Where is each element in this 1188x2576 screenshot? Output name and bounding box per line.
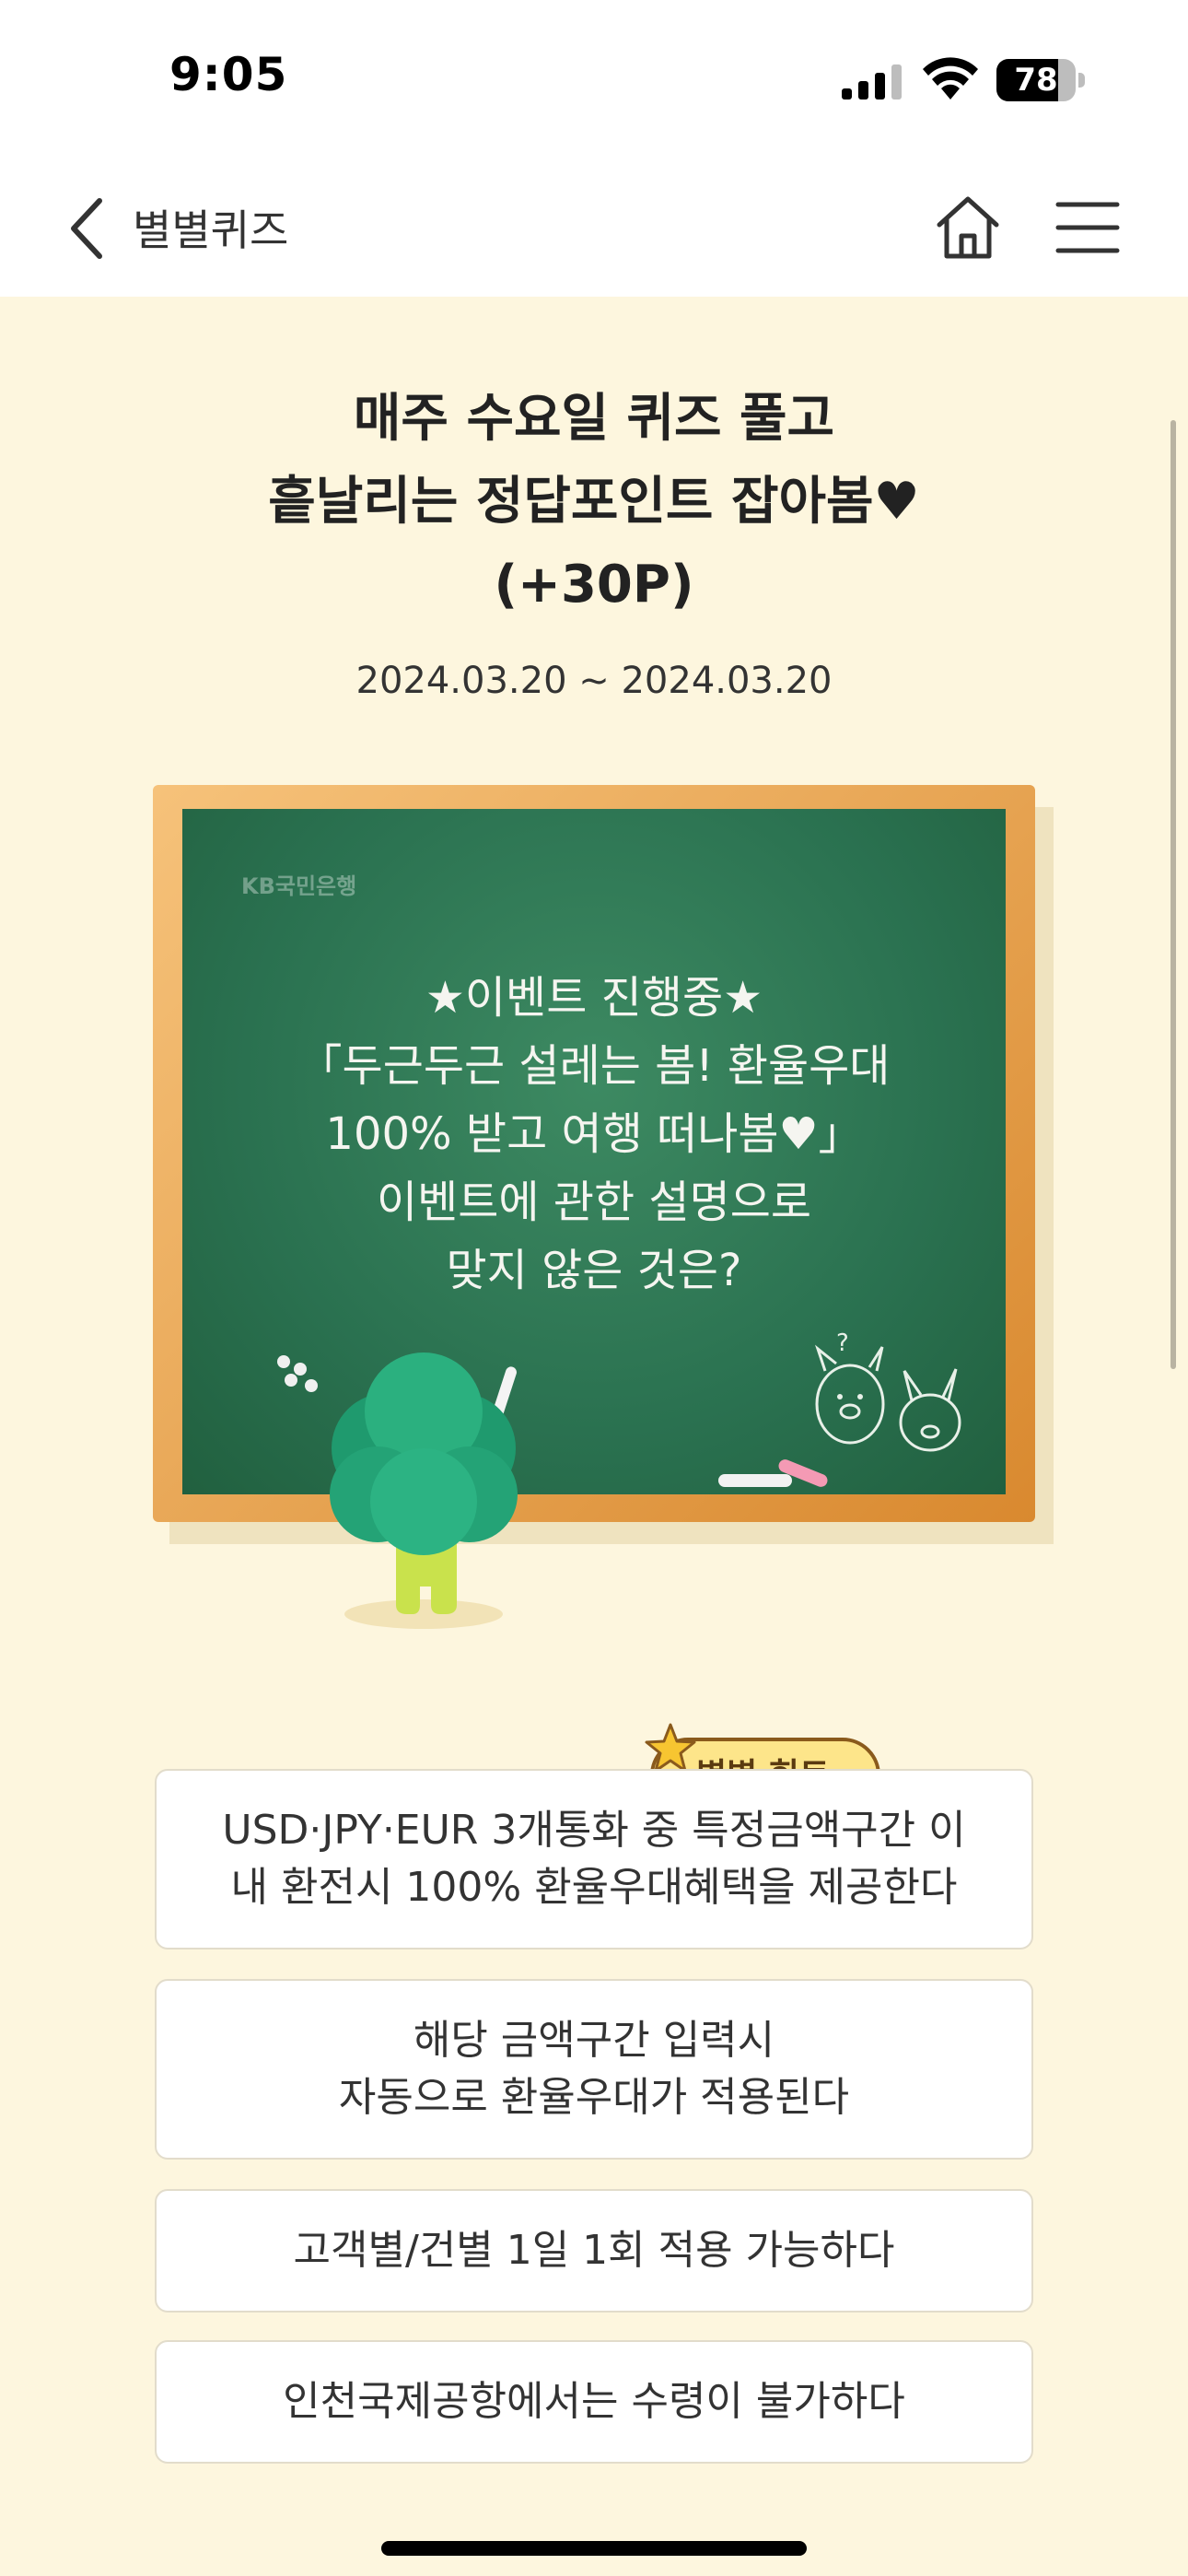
star-icon bbox=[645, 1723, 696, 1773]
broccoli-character-icon bbox=[330, 1352, 518, 1629]
event-date: 2024.03.20 ~ 2024.03.20 bbox=[355, 660, 833, 702]
home-icon[interactable] bbox=[932, 193, 1004, 262]
answer-option-1[interactable]: USD·JPY·EUR 3개통화 중 특정금액구간 이 내 환전시 100% 환… bbox=[155, 1769, 1033, 1950]
event-title: 매주 수요일 퀴즈 풀고 흩날리는 정답포인트 잡아봄♥ (+30P) bbox=[92, 378, 1096, 626]
question-line: 이벤트에 관한 설명으로 bbox=[376, 1177, 812, 1228]
home-indicator[interactable] bbox=[381, 2541, 807, 2556]
question-line: 「두근두근 설레는 봄! 환율우대 bbox=[297, 1040, 891, 1092]
bank-logo: KB국민은행 bbox=[241, 873, 357, 899]
chalkboard-frame: KB국민은행 ★이벤트 진행중★ 「두근두근 설레는 봄! 환율우대 100% … bbox=[153, 785, 1035, 1522]
hamburger-menu-icon[interactable] bbox=[1055, 199, 1120, 256]
question-line: 맞지 않은 것은? bbox=[446, 1245, 742, 1296]
quiz-question: ★이벤트 진행중★ 「두근두근 설레는 봄! 환율우대 100% 받고 여행 떠… bbox=[182, 964, 1006, 1305]
quiz-content[interactable]: 매주 수요일 퀴즈 풀고 흩날리는 정답포인트 잡아봄♥ (+30P) 2024… bbox=[0, 297, 1188, 2576]
option-text: 해당 금액구간 입력시 bbox=[413, 2017, 775, 2064]
option-text: 고객별/건별 1일 1회 적용 가능하다 bbox=[293, 2227, 895, 2274]
scrollbar[interactable] bbox=[1171, 420, 1176, 1369]
chevron-left-icon[interactable] bbox=[61, 193, 116, 263]
answer-option-2[interactable]: 해당 금액구간 입력시 자동으로 환율우대가 적용된다 bbox=[155, 1979, 1033, 2160]
page-title: 별별퀴즈 bbox=[133, 205, 289, 255]
question-line: 100% 받고 여행 떠나봄♥」 bbox=[325, 1108, 863, 1160]
status-time: 9:05 bbox=[169, 48, 288, 101]
cellular-signal-icon bbox=[842, 64, 902, 100]
answer-option-4[interactable]: 인천국제공항에서는 수령이 불가하다 bbox=[155, 2340, 1033, 2464]
status-bar: 9:05 78 bbox=[0, 0, 1188, 157]
event-title-line: (+30P) bbox=[494, 555, 694, 615]
doodle-animals-icon: ? bbox=[814, 1330, 961, 1452]
svg-text:?: ? bbox=[836, 1330, 849, 1357]
option-text: USD·JPY·EUR 3개통화 중 특정금액구간 이 bbox=[222, 1807, 966, 1854]
battery-icon: 78 bbox=[996, 59, 1085, 101]
option-text: 자동으로 환율우대가 적용된다 bbox=[338, 2074, 850, 2121]
battery-level: 78 bbox=[1014, 62, 1058, 99]
wifi-icon bbox=[923, 57, 978, 100]
event-title-line: 흩날리는 정답포인트 잡아봄♥ bbox=[268, 472, 920, 532]
option-text: 내 환전시 100% 환율우대혜택을 제공한다 bbox=[230, 1864, 958, 1911]
question-line: ★이벤트 진행중★ bbox=[425, 972, 763, 1024]
event-title-line: 매주 수요일 퀴즈 풀고 bbox=[353, 389, 835, 449]
chalk-icon bbox=[718, 1459, 828, 1487]
option-text: 인천국제공항에서는 수령이 불가하다 bbox=[283, 2378, 905, 2425]
answer-option-3[interactable]: 고객별/건별 1일 1회 적용 가능하다 bbox=[155, 2189, 1033, 2313]
nav-bar: 별별퀴즈 bbox=[0, 157, 1188, 297]
